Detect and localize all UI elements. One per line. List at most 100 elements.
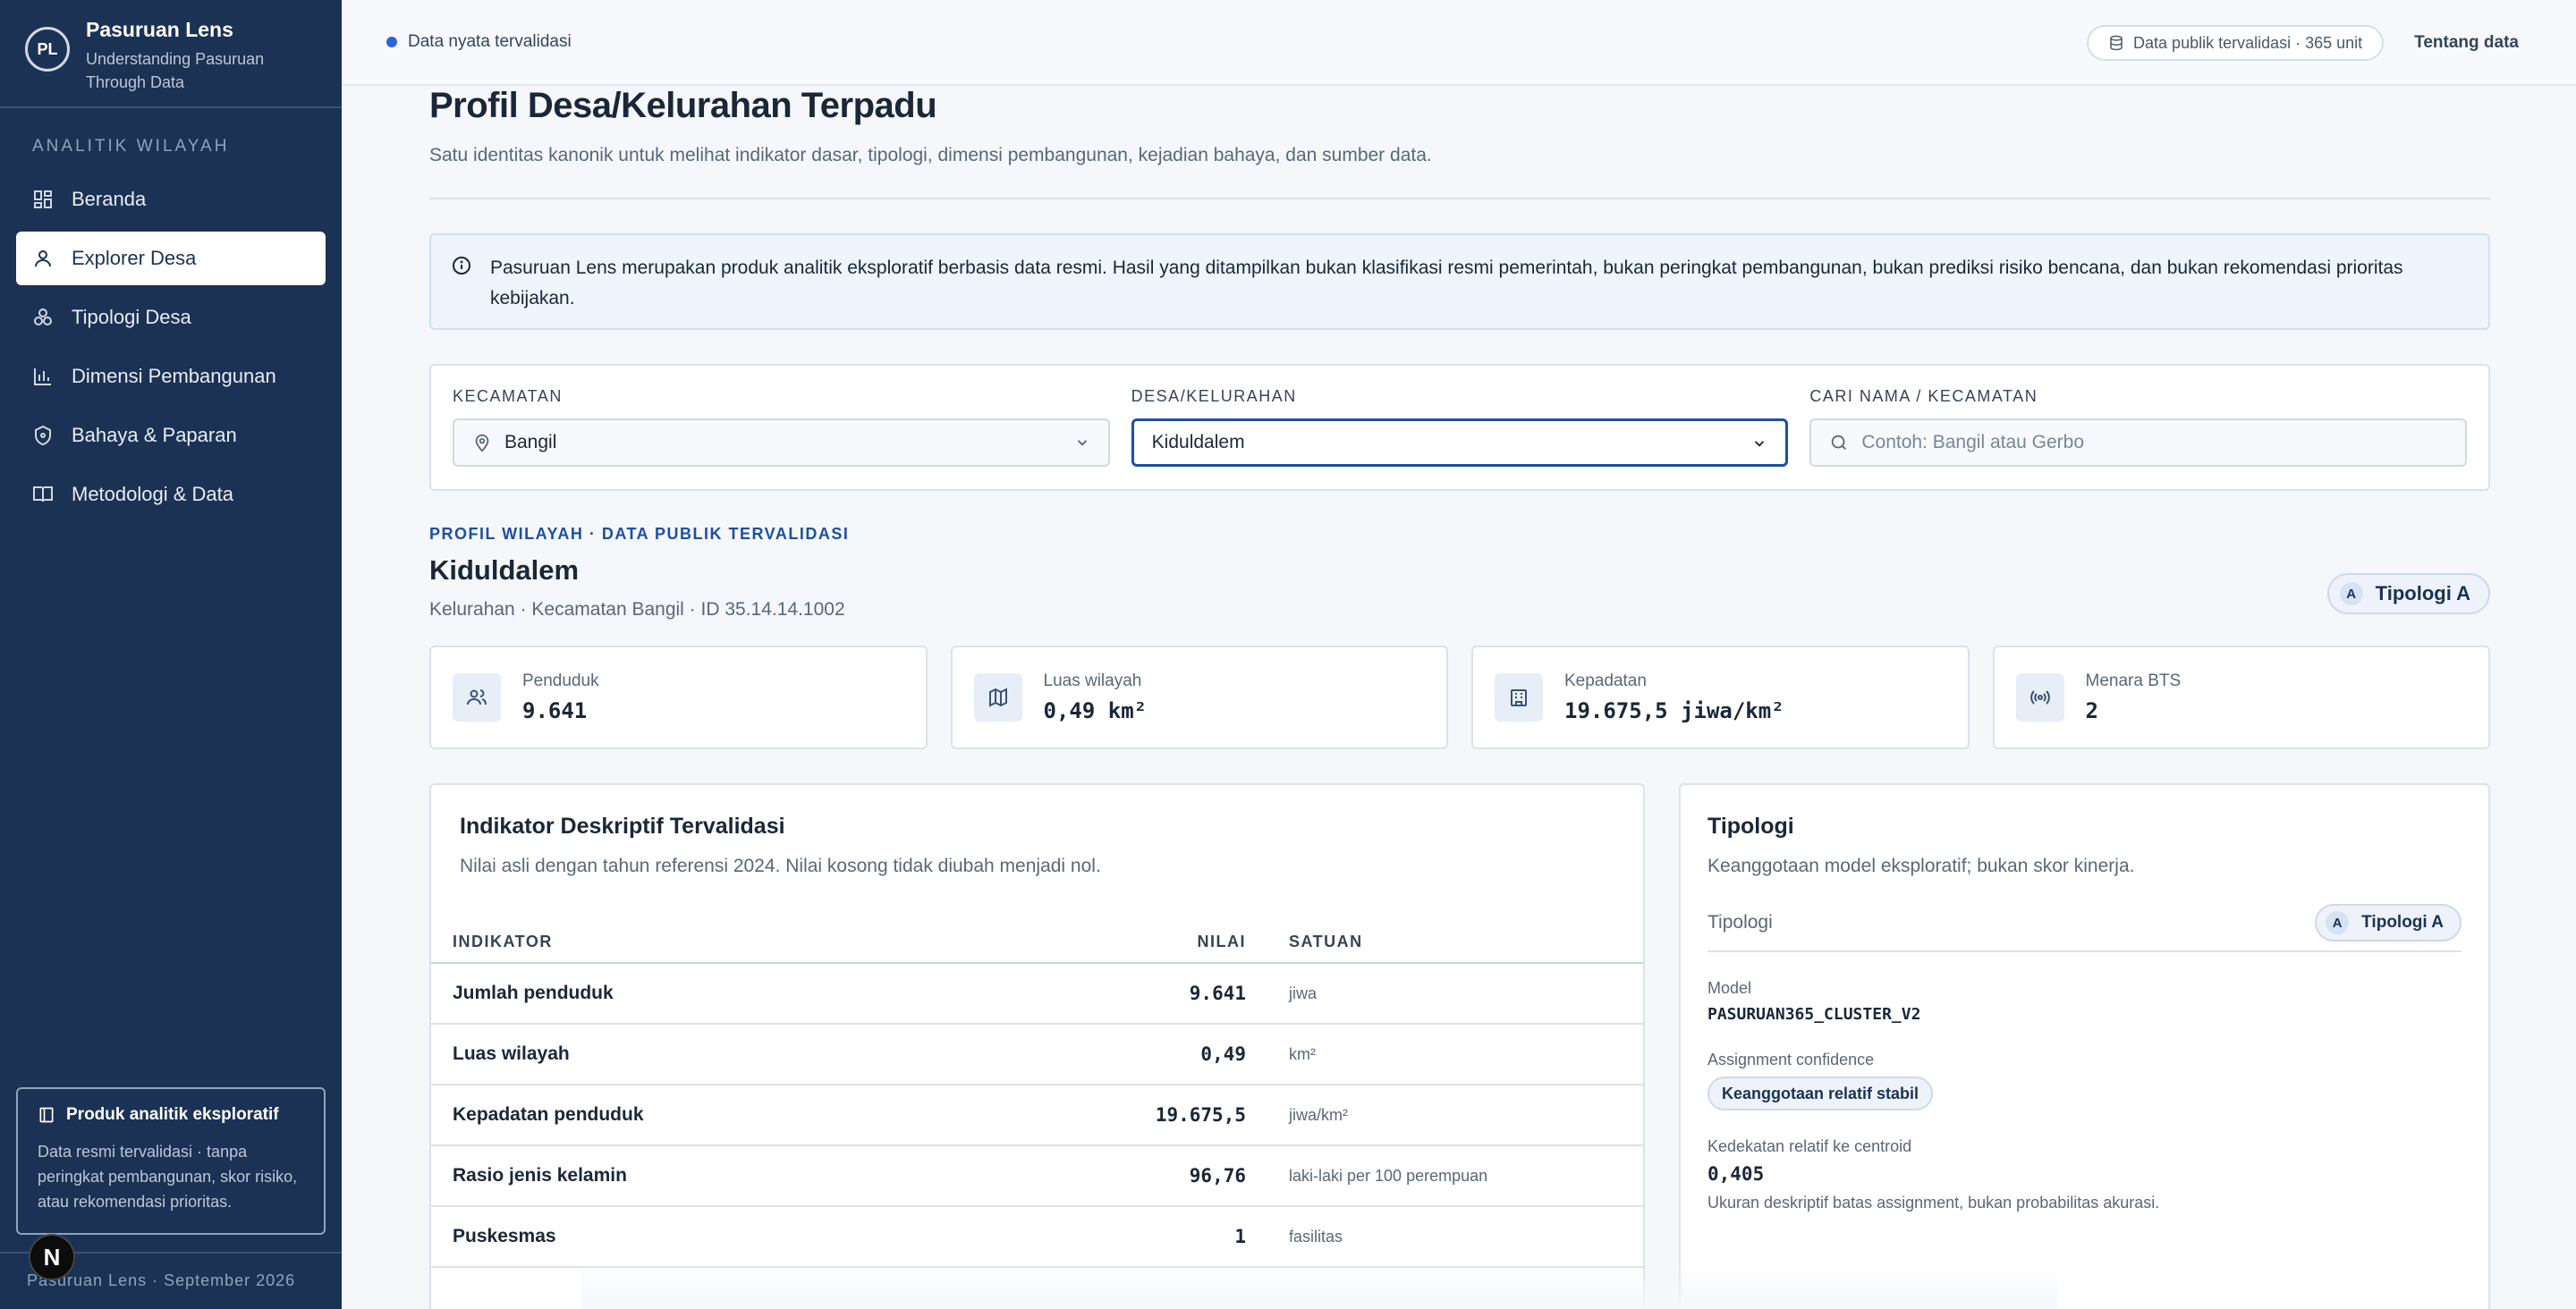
chevron-down-icon <box>1074 435 1090 451</box>
tipologi-title: Tipologi <box>1707 814 1794 839</box>
tipologi-panel: Tipologi Keanggotaan model eksploratif; … <box>1679 783 2490 1309</box>
tipologi-label: Tipologi A <box>2361 913 2444 932</box>
column-header: SATUAN <box>1267 922 1643 964</box>
stat-label: Menara BTS <box>2085 671 2182 690</box>
model-label: Model <box>1707 979 1752 997</box>
stat-label: Kepadatan <box>1564 671 1647 690</box>
profile-name: Kiduldalem <box>429 554 580 586</box>
stat-card-luas-wilayah: Luas wilayah 0,49 km² <box>950 646 1448 749</box>
tipologi-badge: A Tipologi A <box>2326 573 2490 614</box>
card-text: Data resmi tervalidasi · tanpa peringkat… <box>38 1143 298 1211</box>
desa-value: Kiduldalem <box>1151 432 1245 452</box>
nav-section-label: ANALITIK WILAYAH <box>32 137 230 156</box>
desa-select[interactable]: Kiduldalem <box>1131 418 1789 467</box>
brand-title[interactable]: Pasuruan Lens <box>86 18 309 42</box>
column-header: NILAI <box>1089 922 1267 964</box>
disclaimer-notice: Pasuruan Lens merupakan produk analitik … <box>429 233 2490 330</box>
indicator-value: 96,76 <box>1089 1145 1267 1207</box>
profile-kicker: PROFIL WILAYAH · DATA PUBLIK TERVALIDASI <box>429 525 850 543</box>
stat-card-menara-bts: Menara BTS 2 <box>1992 646 2490 749</box>
sidebar-item-label: Metodologi & Data <box>72 483 233 505</box>
tipologi-letter: A <box>2339 582 2363 605</box>
indicator-value: 0,49 <box>1089 1024 1267 1085</box>
info-icon <box>451 255 472 276</box>
sidebar-item-label: Beranda <box>72 188 147 210</box>
users-icon <box>453 673 501 722</box>
indicator-name: Jumlah penduduk <box>431 963 1089 1025</box>
grid-icon <box>32 189 54 210</box>
about-data-link[interactable]: Tentang data <box>2414 33 2519 53</box>
card-title: Produk analitik eksploratif <box>66 1105 279 1124</box>
table-header-row: INDIKATOR NILAI SATUAN <box>431 922 1643 964</box>
kecamatan-label: KECAMATAN <box>453 387 563 405</box>
centroid-field: Kedekatan relatif ke centroid 0,405 Ukur… <box>1707 1137 2462 1212</box>
page-title: Profil Desa/Kelurahan Terpadu <box>429 86 937 125</box>
stat-card-kepadatan: Kepadatan 19.675,5 jiwa/km² <box>1471 646 1970 749</box>
brand-subtitle: Understanding Pasuruan Through Data <box>86 50 265 91</box>
stat-label: Luas wilayah <box>1043 671 1142 690</box>
stat-value: 0,49 km² <box>1043 698 1148 723</box>
indicator-name: Kepadatan penduduk <box>431 1085 1089 1146</box>
brand: PL Pasuruan Lens Understanding Pasuruan … <box>0 0 342 108</box>
sidebar-item-dimensi-pembangunan[interactable]: Dimensi Pembangunan <box>16 350 326 403</box>
filter-panel: KECAMATAN Bangil DESA/KELURAHAN Kiduldal… <box>429 364 2490 491</box>
data-status-pill: Data publik tervalidasi · 365 unit <box>2087 25 2385 61</box>
table-row: Puskesmas 1 fasilitas <box>431 1206 1643 1268</box>
sidebar-item-bahaya-paparan[interactable]: Bahaya & Paparan <box>16 409 326 462</box>
tipologi-letter: A <box>2326 911 2350 934</box>
sidebar-item-label: Explorer Desa <box>72 247 197 269</box>
indicator-unit: laki-laki per 100 perempuan <box>1267 1145 1643 1207</box>
indicators-panel: Indikator Deskriptif Tervalidasi Nilai a… <box>429 783 1645 1309</box>
sidebar-item-beranda[interactable]: Beranda <box>16 173 326 226</box>
antenna-icon <box>2015 673 2064 722</box>
lower-panels: Indikator Deskriptif Tervalidasi Nilai a… <box>429 783 2490 1309</box>
confidence-field: Assignment confidence Keanggotaan relati… <box>1707 1051 2462 1111</box>
indicator-name: Puskesmas <box>431 1206 1089 1268</box>
confidence-label: Assignment confidence <box>1707 1051 1875 1068</box>
indicator-name: Rasio jenis kelamin <box>431 1145 1089 1207</box>
model-value: PASURUAN365_CLUSTER_V2 <box>1707 1005 1921 1024</box>
stat-label: Penduduk <box>522 671 599 690</box>
search-label: CARI NAMA / KECAMATAN <box>1809 387 2038 405</box>
indicator-value: 1 <box>1089 1206 1267 1268</box>
indicator-value: 19.675,5 <box>1089 1085 1267 1146</box>
kecamatan-value: Bangil <box>504 432 557 452</box>
tipologi-row-label: Tipologi <box>1707 912 1773 933</box>
data-status-text: Data publik tervalidasi · 365 unit <box>2133 33 2363 52</box>
indicators-table: INDIKATOR NILAI SATUAN Jumlah penduduk 9… <box>431 922 1643 1268</box>
n-badge[interactable]: N <box>29 1234 75 1280</box>
exploratory-notice-card: Produk analitik eksploratif Data resmi t… <box>16 1087 326 1235</box>
kecamatan-select[interactable]: Bangil <box>453 418 1110 467</box>
map-icon <box>973 673 1022 722</box>
bar-chart-icon <box>32 366 54 387</box>
brand-logo[interactable]: PL <box>25 27 70 72</box>
shield-icon <box>32 425 54 446</box>
indicator-unit: jiwa/km² <box>1267 1085 1643 1146</box>
sidebar-item-label: Dimensi Pembangunan <box>72 365 276 387</box>
search-input[interactable]: Contoh: Bangil atau Gerbo <box>1809 418 2468 467</box>
centroid-value: 0,405 <box>1707 1163 1765 1185</box>
indicator-unit: km² <box>1267 1024 1643 1085</box>
stat-value: 9.641 <box>522 698 588 723</box>
sidebar: PL Pasuruan Lens Understanding Pasuruan … <box>0 0 342 1309</box>
notice-text: Pasuruan Lens merupakan produk analitik … <box>490 258 2403 308</box>
desa-label: DESA/KELURAHAN <box>1131 387 1297 405</box>
chevron-down-icon <box>1751 435 1767 452</box>
topbar: Data nyata tervalidasi Data publik terva… <box>342 0 2576 86</box>
table-row: Rasio jenis kelamin 96,76 laki-laki per … <box>431 1145 1643 1207</box>
indicator-unit: jiwa <box>1267 963 1643 1025</box>
tipologi-badge: A Tipologi A <box>2315 904 2462 942</box>
centroid-note: Ukuran deskriptif batas assignment, buka… <box>1707 1194 2160 1212</box>
live-status-text: Data nyata tervalidasi <box>408 32 572 51</box>
tipologi-subtitle: Keanggotaan model eksploratif; bukan sko… <box>1707 856 2135 876</box>
column-header: INDIKATOR <box>431 922 1089 964</box>
indicators-title: Indikator Deskriptif Tervalidasi <box>460 814 785 839</box>
sidebar-item-metodologi-data[interactable]: Metodologi & Data <box>16 468 326 521</box>
indicator-unit: fasilitas <box>1267 1206 1643 1268</box>
stat-value: 19.675,5 jiwa/km² <box>1564 698 1784 723</box>
sidebar-item-tipologi-desa[interactable]: Tipologi Desa <box>16 291 326 344</box>
sidebar-item-explorer-desa[interactable]: Explorer Desa <box>16 232 326 285</box>
sidebar-item-label: Tipologi Desa <box>72 306 191 328</box>
building-icon <box>1495 673 1543 722</box>
divider <box>429 198 2490 199</box>
